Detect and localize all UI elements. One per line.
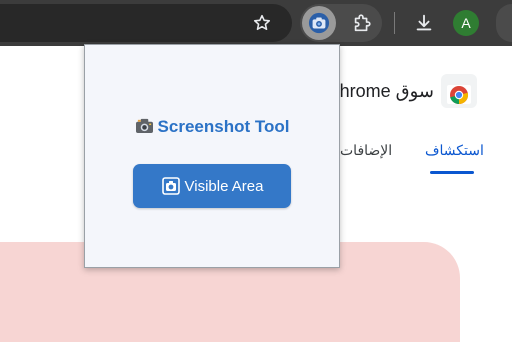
store-title: سوق chrome xyxy=(330,81,434,101)
camera-icon xyxy=(135,118,153,134)
chrome-logo-icon xyxy=(447,85,471,105)
popup-title: Screenshot Tool xyxy=(157,117,290,136)
visible-area-label: Visible Area xyxy=(184,177,264,195)
toolbar-divider xyxy=(394,12,395,34)
tab-extensions[interactable]: الإضافات xyxy=(340,142,392,159)
bookmark-star-button[interactable] xyxy=(250,11,274,35)
store-logo[interactable] xyxy=(441,74,477,108)
address-bar[interactable] xyxy=(0,4,292,42)
profile-avatar[interactable]: A xyxy=(453,10,479,36)
star-icon xyxy=(253,14,271,31)
chrome-menu-button[interactable] xyxy=(496,4,512,42)
camera-frame-icon xyxy=(161,177,180,195)
extension-popup: Screenshot Tool Visible Area xyxy=(84,44,340,268)
camera-extension-icon xyxy=(308,12,330,34)
tab-discover[interactable]: استكشاف xyxy=(425,142,484,159)
popup-title-row: Screenshot Tool xyxy=(85,117,339,137)
browser-toolbar: A xyxy=(0,0,512,46)
download-icon xyxy=(416,14,432,31)
downloads-button[interactable] xyxy=(411,10,437,36)
visible-area-button[interactable]: Visible Area xyxy=(133,164,291,208)
screenshot-extension-button[interactable] xyxy=(302,6,336,40)
active-tab-indicator xyxy=(430,171,474,174)
puzzle-icon xyxy=(354,14,371,32)
extensions-menu-button[interactable] xyxy=(348,9,376,37)
